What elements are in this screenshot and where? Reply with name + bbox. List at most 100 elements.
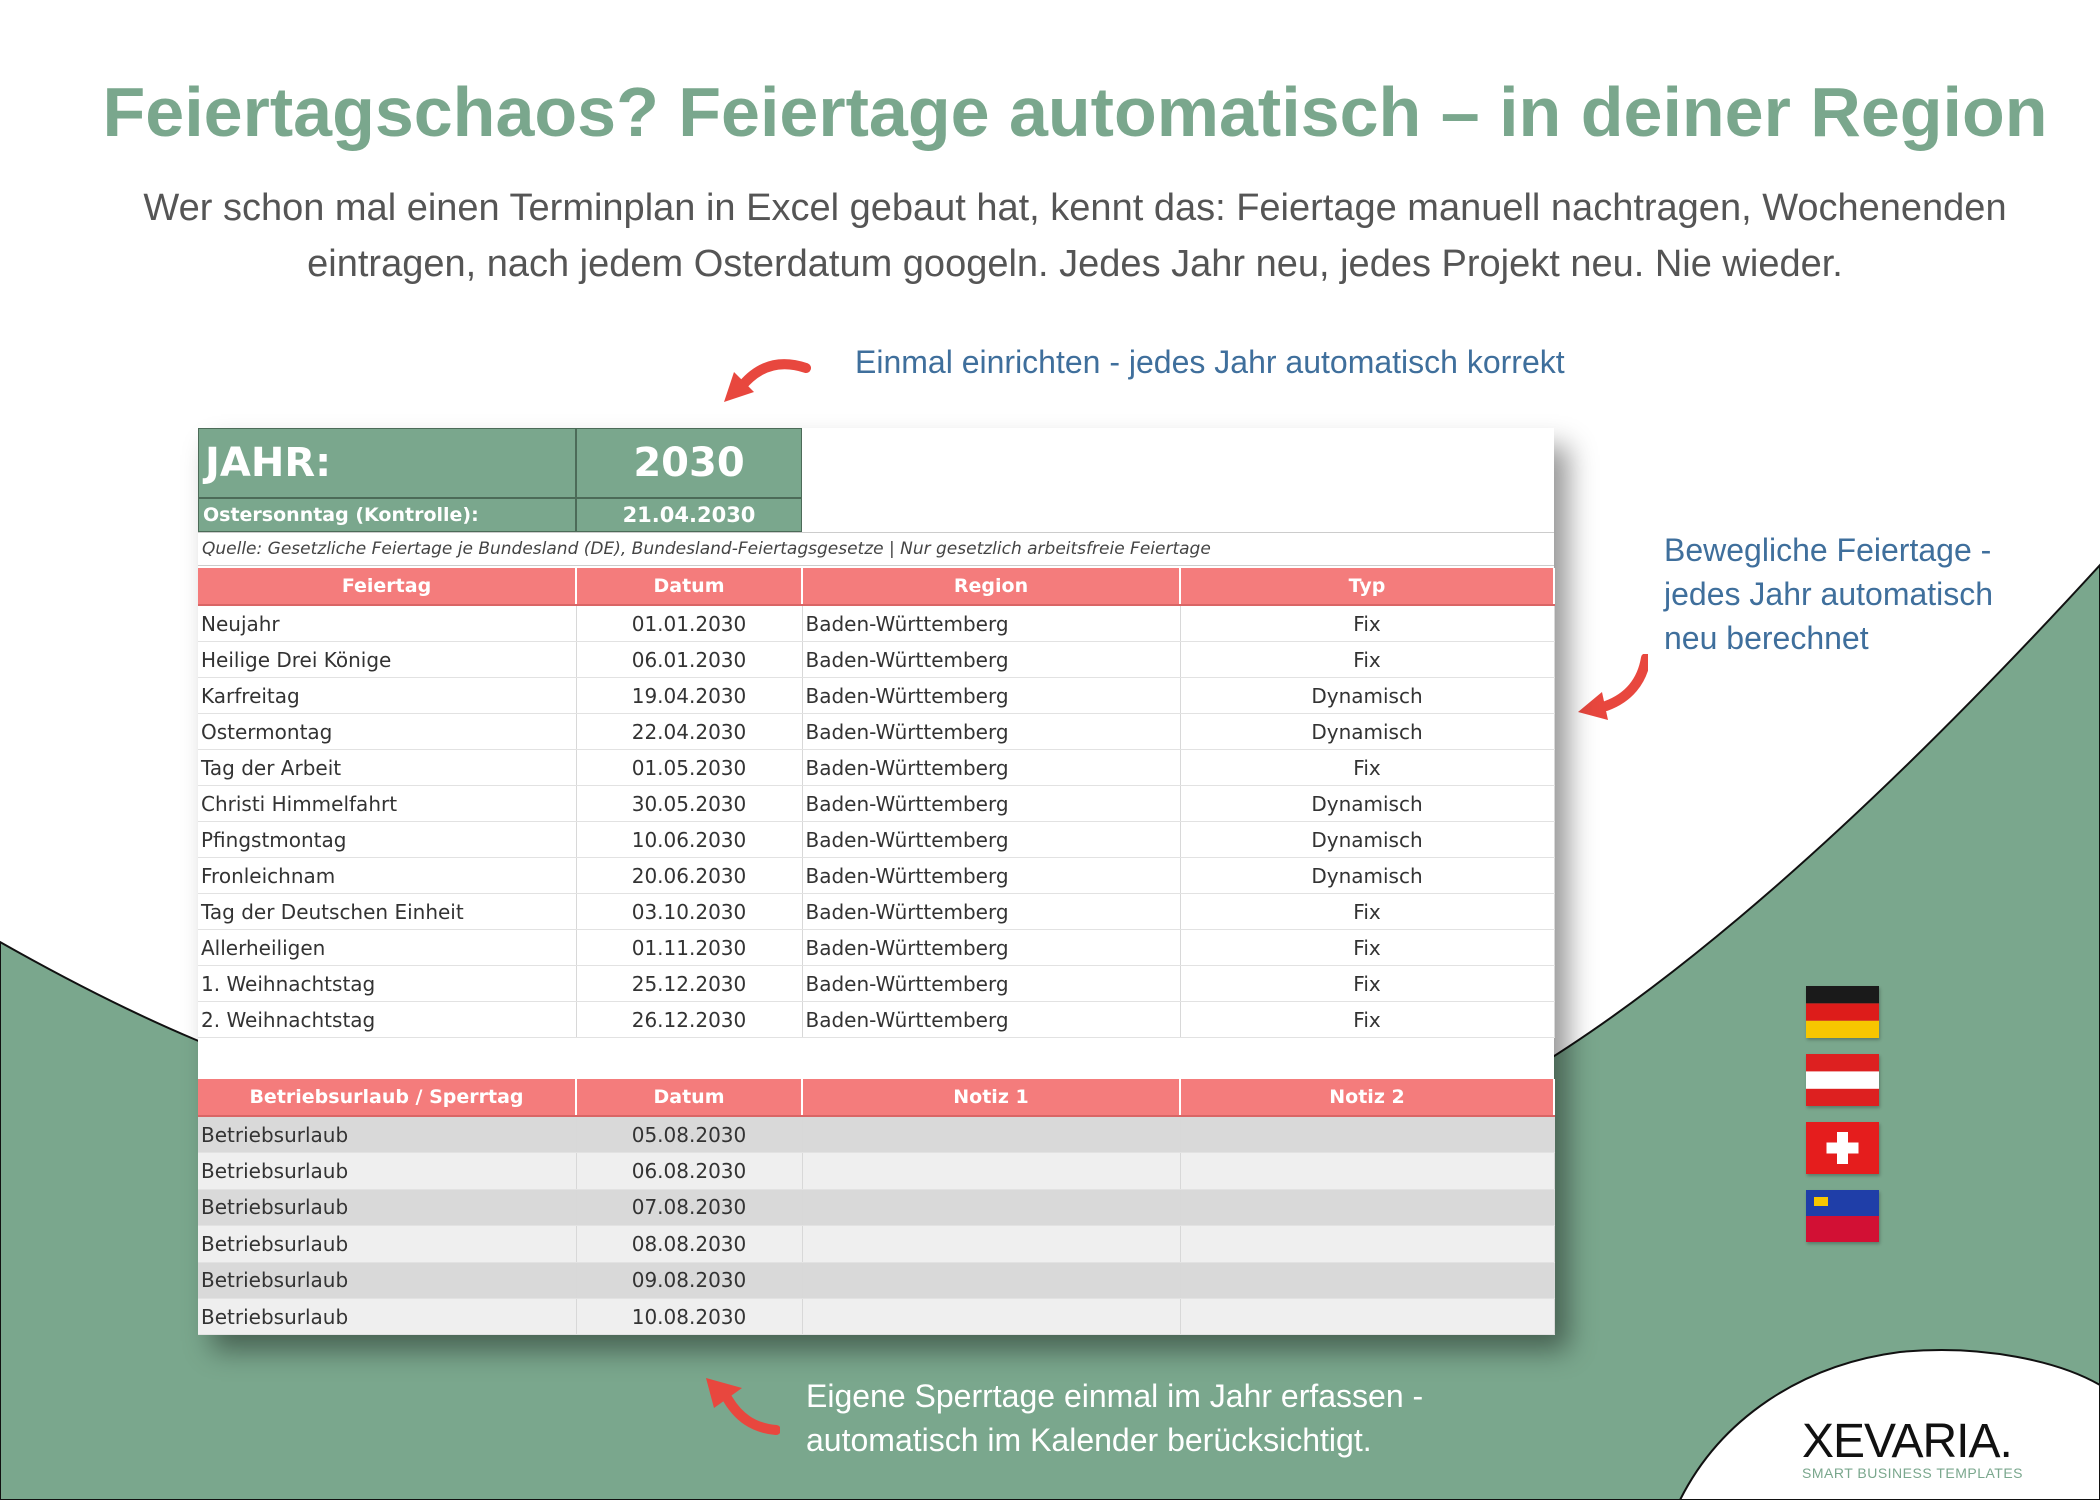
holiday-date-cell[interactable]: 01.05.2030 — [576, 749, 803, 786]
table-row: Tag der Deutschen Einheit 03.10.2030 Baden… — [198, 893, 1555, 930]
holiday-date-cell[interactable]: 22.04.2030 — [576, 713, 803, 750]
holiday-region-cell[interactable]: Baden-Württemberg — [802, 857, 1181, 894]
holiday-region-cell[interactable]: Baden-Württemberg — [802, 1001, 1181, 1038]
holiday-region-cell[interactable]: Baden-Württemberg — [802, 713, 1181, 750]
closure-note2-cell[interactable] — [1180, 1152, 1555, 1190]
closure-name-cell[interactable]: Betriebsurlaub — [198, 1262, 577, 1299]
holiday-name-cell[interactable]: Karfreitag — [198, 677, 577, 714]
closure-date-cell[interactable]: 07.08.2030 — [576, 1189, 803, 1227]
year-input[interactable]: 2030 — [576, 428, 802, 498]
holiday-type-cell[interactable]: Dynamisch — [1180, 821, 1555, 858]
holiday-region-cell[interactable]: Baden-Württemberg — [802, 749, 1181, 786]
holiday-region-cell[interactable]: Baden-Württemberg — [802, 965, 1181, 1002]
spreadsheet: JAHR: 2030 Ostersonntag (Kontrolle): 21.… — [198, 428, 1555, 1336]
easter-label: Ostersonntag (Kontrolle): — [198, 498, 576, 532]
closure-note2-cell[interactable] — [1180, 1116, 1555, 1154]
holiday-name-cell[interactable]: Neujahr — [198, 605, 577, 642]
brand-name: XEVARIA. — [1802, 1415, 2013, 1468]
holiday-date-cell[interactable]: 19.04.2030 — [576, 677, 803, 714]
holiday-region-cell[interactable]: Baden-Württemberg — [802, 605, 1181, 642]
header-notiz-1[interactable]: Notiz 1 — [802, 1079, 1181, 1117]
holiday-type-cell[interactable]: Fix — [1180, 749, 1555, 786]
header-betriebsurlaub[interactable]: Betriebsurlaub / Sperrtag — [198, 1079, 577, 1117]
brand-tagline: SMART BUSINESS TEMPLATES — [1802, 1465, 2024, 1481]
table-row: Allerheiligen 01.11.2030 Baden-Württemberg… — [198, 929, 1555, 966]
holiday-date-cell[interactable]: 10.06.2030 — [576, 821, 803, 858]
header-notiz-2[interactable]: Notiz 2 — [1180, 1079, 1555, 1117]
closure-note1-cell[interactable] — [802, 1152, 1181, 1190]
holiday-date-cell[interactable]: 03.10.2030 — [576, 893, 803, 930]
table-row: Betriebsurlaub 06.08.2030 — [198, 1152, 1555, 1190]
holiday-type-cell[interactable]: Fix — [1180, 641, 1555, 678]
holiday-type-cell[interactable]: Fix — [1180, 605, 1555, 642]
table-row: Heilige Drei Könige 06.01.2030 Baden-Württ… — [198, 641, 1555, 678]
holiday-region-cell[interactable]: Baden-Württemberg — [802, 785, 1181, 822]
table-row: Betriebsurlaub 09.08.2030 — [198, 1262, 1555, 1299]
holiday-date-cell[interactable]: 30.05.2030 — [576, 785, 803, 822]
holiday-date-cell[interactable]: 20.06.2030 — [576, 857, 803, 894]
easter-value: 21.04.2030 — [576, 498, 802, 532]
holiday-name-cell[interactable]: Tag der Arbeit — [198, 749, 577, 786]
holiday-date-cell[interactable]: 01.01.2030 — [576, 605, 803, 642]
flag-austria-icon — [1806, 1054, 1879, 1106]
closure-note2-cell[interactable] — [1180, 1298, 1555, 1336]
holiday-date-cell[interactable]: 06.01.2030 — [576, 641, 803, 678]
holiday-region-cell[interactable]: Baden-Württemberg — [802, 929, 1181, 966]
closure-date-cell[interactable]: 06.08.2030 — [576, 1152, 803, 1190]
table-row: Neujahr 01.01.2030 Baden-Württemberg Fix — [198, 605, 1555, 642]
closure-date-cell[interactable]: 05.08.2030 — [576, 1116, 803, 1154]
table-row: Pfingstmontag 10.06.2030 Baden-Württemberg… — [198, 821, 1555, 858]
holiday-date-cell[interactable]: 25.12.2030 — [576, 965, 803, 1002]
closure-name-cell[interactable]: Betriebsurlaub — [198, 1225, 577, 1263]
closure-note1-cell[interactable] — [802, 1225, 1181, 1263]
closure-name-cell[interactable]: Betriebsurlaub — [198, 1116, 577, 1154]
holiday-region-cell[interactable]: Baden-Württemberg — [802, 677, 1181, 714]
holiday-type-cell[interactable]: Dynamisch — [1180, 713, 1555, 750]
holiday-name-cell[interactable]: Ostermontag — [198, 713, 577, 750]
table-row: Karfreitag 19.04.2030 Baden-Württemberg Dyn… — [198, 677, 1555, 714]
callout-bottom: Eigene Sperrtage einmal im Jahr erfassen… — [806, 1378, 1424, 1458]
closure-note2-cell[interactable] — [1180, 1189, 1555, 1227]
holiday-name-cell[interactable]: Pfingstmontag — [198, 821, 577, 858]
arrow-bottom-icon — [706, 1378, 780, 1435]
holiday-name-cell[interactable]: Heilige Drei Könige — [198, 641, 577, 678]
holiday-name-cell[interactable]: Tag der Deutschen Einheit — [198, 893, 577, 930]
closure-note1-cell[interactable] — [802, 1262, 1181, 1299]
header-region[interactable]: Region — [802, 568, 1181, 606]
header-typ[interactable]: Typ — [1180, 568, 1555, 606]
holiday-type-cell[interactable]: Dynamisch — [1180, 857, 1555, 894]
holiday-date-cell[interactable]: 01.11.2030 — [576, 929, 803, 966]
holiday-name-cell[interactable]: Allerheiligen — [198, 929, 577, 966]
holiday-region-cell[interactable]: Baden-Württemberg — [802, 893, 1181, 930]
closure-note2-cell[interactable] — [1180, 1262, 1555, 1299]
holiday-name-cell[interactable]: 2. Weihnachtstag — [198, 1001, 577, 1038]
holiday-type-cell[interactable]: Dynamisch — [1180, 677, 1555, 714]
holiday-region-cell[interactable]: Baden-Württemberg — [802, 641, 1181, 678]
flag-liechtenstein-icon — [1806, 1190, 1879, 1242]
holiday-date-cell[interactable]: 26.12.2030 — [576, 1001, 803, 1038]
arrow-right-icon — [1578, 654, 1648, 720]
holiday-type-cell[interactable]: Fix — [1180, 929, 1555, 966]
holiday-name-cell[interactable]: Fronleichnam — [198, 857, 577, 894]
closure-date-cell[interactable]: 08.08.2030 — [576, 1225, 803, 1263]
holiday-name-cell[interactable]: Christi Himmelfahrt — [198, 785, 577, 822]
closure-note1-cell[interactable] — [802, 1189, 1181, 1227]
closure-name-cell[interactable]: Betriebsurlaub — [198, 1189, 577, 1227]
holiday-region-cell[interactable]: Baden-Württemberg — [802, 821, 1181, 858]
closure-note1-cell[interactable] — [802, 1298, 1181, 1336]
holiday-type-cell[interactable]: Fix — [1180, 893, 1555, 930]
header-datum[interactable]: Datum — [576, 1079, 803, 1117]
closure-date-cell[interactable]: 09.08.2030 — [576, 1262, 803, 1299]
flag-switzerland-icon — [1806, 1122, 1879, 1174]
holiday-type-cell[interactable]: Dynamisch — [1180, 785, 1555, 822]
holiday-type-cell[interactable]: Fix — [1180, 1001, 1555, 1038]
header-feiertag[interactable]: Feiertag — [198, 568, 577, 606]
closure-name-cell[interactable]: Betriebsurlaub — [198, 1298, 577, 1336]
header-datum[interactable]: Datum — [576, 568, 803, 606]
closure-note2-cell[interactable] — [1180, 1225, 1555, 1263]
closure-name-cell[interactable]: Betriebsurlaub — [198, 1152, 577, 1190]
closure-note1-cell[interactable] — [802, 1116, 1181, 1154]
holiday-type-cell[interactable]: Fix — [1180, 965, 1555, 1002]
closure-date-cell[interactable]: 10.08.2030 — [576, 1298, 803, 1336]
holiday-name-cell[interactable]: 1. Weihnachtstag — [198, 965, 577, 1002]
